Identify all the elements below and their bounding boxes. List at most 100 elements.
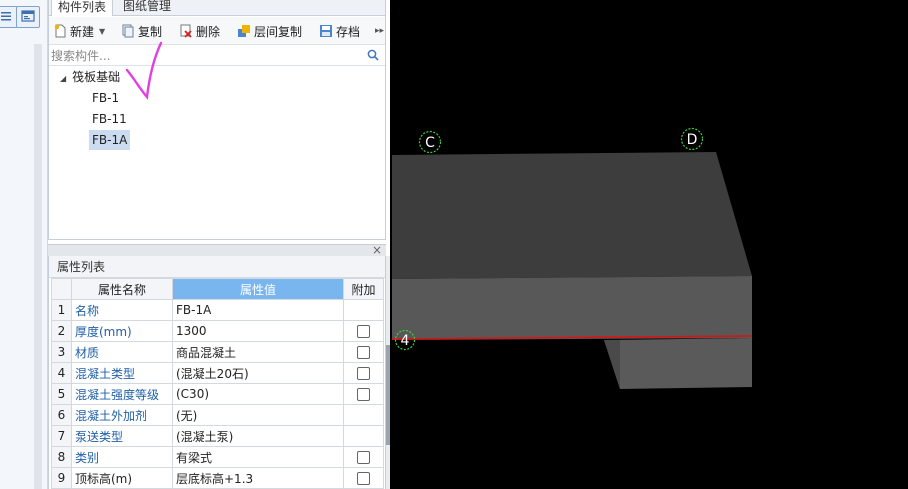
left-toolstrip <box>0 0 48 489</box>
header-row-number <box>51 278 72 300</box>
layout-icon <box>21 9 35 25</box>
header-property-value[interactable]: 属性值 <box>172 278 344 300</box>
row-number: 9 <box>51 467 72 489</box>
tree-item-fb-1a[interactable]: FB-1A <box>89 130 131 150</box>
slab-front-face <box>392 276 752 340</box>
search-icon[interactable] <box>367 49 379 64</box>
property-name: 类别 <box>71 446 173 468</box>
property-extra <box>343 299 384 321</box>
delete-icon <box>179 24 193 38</box>
panel-tabs: 构件列表 图纸管理 <box>49 0 385 16</box>
property-name: 泵送类型 <box>71 425 173 447</box>
property-row[interactable]: 4 混凝土类型 (混凝土20石) <box>51 362 384 384</box>
3d-viewport[interactable]: C D 4 <box>390 0 908 489</box>
property-row[interactable]: 3 材质 商品混凝土 <box>51 341 384 363</box>
new-button-label: 新建 <box>70 24 95 39</box>
component-toolbar: 新建 ▼ 复制 删除 层间复制 存档 ▸▸ <box>49 17 385 45</box>
property-extra <box>343 425 384 447</box>
app-window: 构件列表 图纸管理 新建 ▼ 复制 删除 层间复制 存档 ▸▸ 搜索构件... … <box>0 0 908 489</box>
new-button[interactable]: 新建 ▼ <box>53 21 105 41</box>
floor-copy-icon <box>237 24 251 38</box>
delete-button-label: 删除 <box>196 24 221 39</box>
property-row[interactable]: 9 顶标高(m) 层底标高+1.3 <box>51 467 384 489</box>
property-value[interactable]: (混凝土20石) <box>172 362 344 384</box>
property-extra <box>343 320 384 342</box>
chevron-down-icon: ▼ <box>99 26 106 36</box>
header-property-name[interactable]: 属性名称 <box>71 278 173 300</box>
axis-label-d: D <box>687 132 698 148</box>
floor-copy-button-label: 层间复制 <box>254 24 303 39</box>
property-value[interactable]: 层底标高+1.3 <box>172 467 344 489</box>
row-number: 1 <box>51 299 72 321</box>
layout-view-button[interactable] <box>16 6 40 28</box>
tree-root-label: 筏板基础 <box>72 70 121 84</box>
property-name: 顶标高(m) <box>71 467 173 489</box>
floor-copy-button[interactable]: 层间复制 <box>237 21 302 41</box>
property-extra <box>343 404 384 426</box>
tab-component-list[interactable]: 构件列表 <box>51 0 114 16</box>
property-name: 厚度(mm) <box>71 320 173 342</box>
lower-block-side <box>604 340 620 389</box>
axis-marker-c[interactable]: C <box>418 130 442 154</box>
property-name: 混凝土外加剂 <box>71 404 173 426</box>
property-table-header: 属性名称 属性值 附加 <box>51 278 384 300</box>
extra-checkbox[interactable] <box>357 451 370 464</box>
panel-splitter[interactable]: × <box>48 243 386 257</box>
list-icon <box>0 10 12 25</box>
tree-item-fb-11[interactable]: FB-11 <box>89 109 130 129</box>
search-input[interactable] <box>51 47 361 65</box>
save-button-label: 存档 <box>336 24 361 39</box>
property-name: 混凝土强度等级 <box>71 383 173 405</box>
property-value[interactable]: (C30) <box>172 383 344 405</box>
property-value[interactable]: 商品混凝土 <box>172 341 344 363</box>
property-value[interactable]: FB-1A <box>172 299 344 321</box>
property-row[interactable]: 6 混凝土外加剂 (无) <box>51 404 384 426</box>
property-value[interactable]: (无) <box>172 404 344 426</box>
delete-button[interactable]: 删除 <box>179 21 220 41</box>
property-row[interactable]: 8 类别 有梁式 <box>51 446 384 468</box>
tree-root[interactable]: ◢ 筏板基础 <box>57 67 123 87</box>
row-number: 5 <box>51 383 72 405</box>
property-extra <box>343 362 384 384</box>
tab-drawing-management[interactable]: 图纸管理 <box>117 0 177 16</box>
property-name: 混凝土类型 <box>71 362 173 384</box>
property-value[interactable]: 1300 <box>172 320 344 342</box>
property-value[interactable]: 有梁式 <box>172 446 344 468</box>
row-number: 7 <box>51 425 72 447</box>
property-name: 材质 <box>71 341 173 363</box>
copy-icon <box>121 24 135 38</box>
close-icon[interactable]: × <box>372 243 382 257</box>
row-number: 6 <box>51 404 72 426</box>
property-row[interactable]: 2 厚度(mm) 1300 <box>51 320 384 342</box>
component-list-panel: 构件列表 图纸管理 新建 ▼ 复制 删除 层间复制 存档 ▸▸ 搜索构件... … <box>48 0 386 240</box>
extra-checkbox[interactable] <box>357 472 370 485</box>
property-row[interactable]: 5 混凝土强度等级 (C30) <box>51 383 384 405</box>
property-value[interactable]: (混凝土泵) <box>172 425 344 447</box>
property-name: 名称 <box>71 299 173 321</box>
row-number: 8 <box>51 446 72 468</box>
extra-checkbox[interactable] <box>357 388 370 401</box>
toolbar-overflow-button[interactable]: ▸▸ <box>375 21 384 41</box>
axis-label-4: 4 <box>401 333 410 349</box>
property-panel-title: 属性列表 <box>49 256 385 278</box>
axis-marker-d[interactable]: D <box>680 127 704 151</box>
header-extra[interactable]: 附加 <box>343 278 384 300</box>
property-row[interactable]: 1 名称 FB-1A <box>51 299 384 321</box>
search-row <box>49 46 385 66</box>
component-tree: ◢ 筏板基础 FB-1 FB-11 FB-1A <box>49 67 385 239</box>
row-number: 2 <box>51 320 72 342</box>
slab-top-face <box>392 152 752 279</box>
extra-checkbox[interactable] <box>357 346 370 359</box>
property-list-panel: 属性列表 属性名称 属性值 附加 1 名称 FB-1A 2 厚度(mm) 1300 3 材质商… <box>48 256 386 489</box>
collapse-triangle-icon[interactable]: ◢ <box>60 74 66 83</box>
tree-item-fb-1[interactable]: FB-1 <box>89 88 122 108</box>
left-strip-scrollbar[interactable] <box>34 44 42 489</box>
extra-checkbox[interactable] <box>357 367 370 380</box>
copy-button-label: 复制 <box>138 24 163 39</box>
property-extra <box>343 446 384 468</box>
property-row[interactable]: 7 泵送类型 (混凝土泵) <box>51 425 384 447</box>
extra-checkbox[interactable] <box>357 325 370 338</box>
handwritten-check-annotation <box>125 41 163 100</box>
save-button[interactable]: 存档 <box>319 21 360 41</box>
copy-button[interactable]: 复制 <box>121 21 162 41</box>
